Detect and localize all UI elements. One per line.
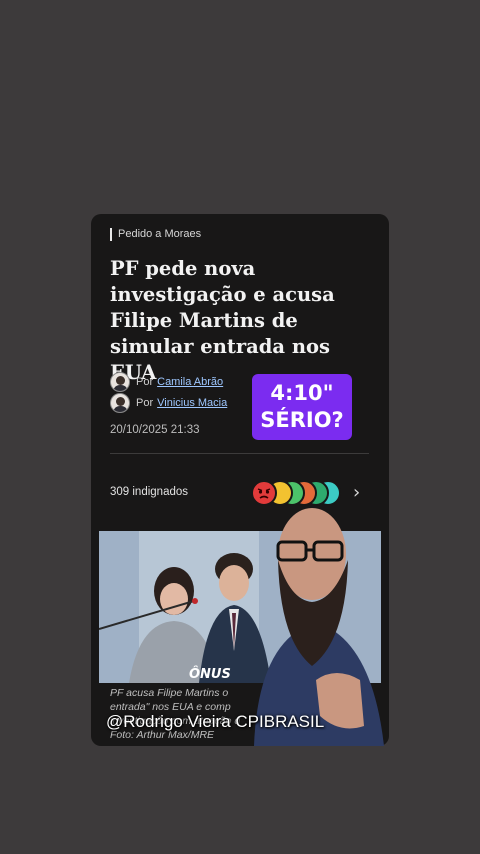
author-link[interactable]: Camila Abrão (157, 376, 223, 388)
author-prefix: Por (136, 376, 154, 388)
presenter-cutout (244, 490, 390, 746)
divider (110, 453, 369, 454)
author-avatar (110, 372, 130, 392)
badge-line: 4:10" (270, 381, 334, 405)
article-headline: PF pede nova investigação e acusa Filipe… (110, 257, 335, 384)
author-prefix: Por (136, 397, 154, 409)
source-logo: ÔNUS (189, 667, 231, 682)
creator-handle: @Rodrigo Vieira CPIBRASIL (106, 712, 325, 731)
article-kicker[interactable]: Pedido a Moraes (110, 228, 201, 241)
author-avatar (110, 393, 130, 413)
author-link[interactable]: Vinicius Macia (157, 397, 227, 409)
duration-badge: 4:10" SÉRIO? (252, 374, 352, 440)
author-row: Por Vinicius Macia (110, 393, 227, 413)
reactions-count[interactable]: 309 indignados (110, 486, 188, 498)
author-row: Por Camila Abrão (110, 372, 223, 392)
badge-line: SÉRIO? (260, 408, 344, 432)
article-date: 20/10/2025 21:33 (110, 424, 200, 436)
